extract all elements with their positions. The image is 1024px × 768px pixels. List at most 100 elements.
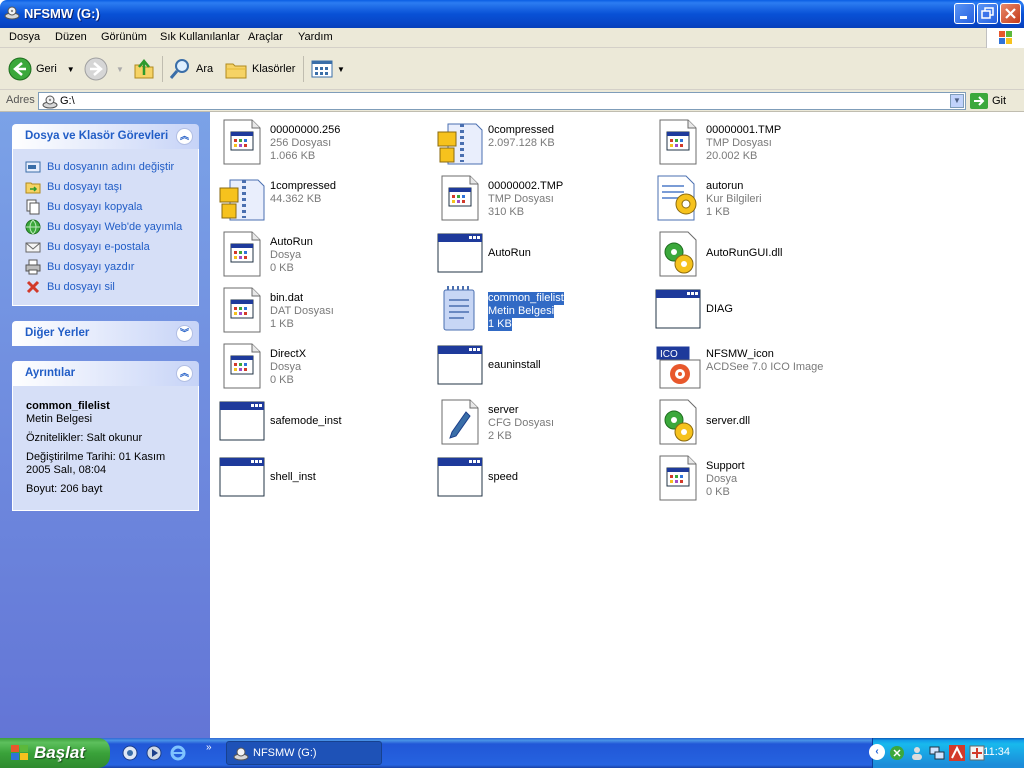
- file-name: safemode_inst: [270, 415, 342, 427]
- task-move[interactable]: Bu dosyayı taşı: [25, 177, 198, 197]
- file-type: Dosya: [706, 473, 738, 485]
- user-icon[interactable]: [909, 745, 925, 761]
- generic-file-icon: [223, 231, 261, 277]
- file-item[interactable]: shell_inst: [214, 452, 430, 504]
- menu-file[interactable]: Dosya: [9, 31, 40, 43]
- back-dropdown-icon[interactable]: ▼: [67, 65, 75, 74]
- search-button[interactable]: Ara: [168, 54, 213, 84]
- details-file-name: common_filelist: [26, 400, 110, 412]
- file-item[interactable]: 0compressed 2.097.128 KB: [432, 116, 648, 168]
- text-document-icon: [443, 286, 475, 331]
- menu-edit[interactable]: Düzen: [55, 31, 87, 43]
- file-item[interactable]: Support Dosya 0 KB: [650, 452, 866, 504]
- sync-icon[interactable]: [889, 745, 905, 761]
- application-icon: [655, 289, 701, 329]
- collapse-icon[interactable]: ︽: [176, 365, 193, 382]
- go-button[interactable]: Git: [970, 92, 1006, 110]
- file-item[interactable]: AutoRun: [432, 228, 648, 280]
- file-type: 256 Dosyası: [270, 137, 332, 149]
- file-list-view[interactable]: 00000000.256 256 Dosyası 1.066 KB 0compress…: [210, 112, 1024, 738]
- file-size: 0 KB: [270, 262, 294, 274]
- up-folder-button[interactable]: [132, 54, 156, 84]
- task-email[interactable]: Bu dosyayı e-postala: [25, 237, 198, 257]
- address-input[interactable]: G:\ ▼: [38, 92, 966, 110]
- file-type: Metin Belgesi: [488, 305, 555, 318]
- file-item[interactable]: server CFG Dosyası 2 KB: [432, 396, 648, 448]
- windows-flag-icon: [11, 745, 28, 760]
- application-icon: [437, 457, 483, 497]
- file-name: Support: [706, 460, 745, 472]
- rename-icon: [25, 161, 41, 173]
- file-name: 00000000.256: [270, 124, 341, 136]
- generic-file-icon: [441, 175, 479, 221]
- file-item[interactable]: DirectX Dosya 0 KB: [214, 340, 430, 392]
- svg-text:ICO: ICO: [660, 349, 678, 360]
- file-item[interactable]: DIAG: [650, 284, 866, 336]
- antivirus-icon[interactable]: [949, 745, 965, 761]
- task-label: Bu dosyayı yazdır: [47, 261, 135, 273]
- minimize-button[interactable]: [954, 3, 975, 24]
- generic-file-icon: [223, 287, 261, 333]
- restore-button[interactable]: [977, 3, 998, 24]
- file-name: DirectX: [270, 348, 307, 360]
- file-name: speed: [488, 471, 518, 483]
- menu-bar: Dosya Düzen Görünüm Sık Kullanılanlar Ar…: [0, 28, 1024, 48]
- file-item[interactable]: eauninstall: [432, 340, 648, 392]
- task-publish-web[interactable]: Bu dosyayı Web'de yayımla: [25, 217, 198, 237]
- task-rename[interactable]: Bu dosyanın adını değiştir: [25, 157, 198, 177]
- tray-expand-icon[interactable]: ‹: [869, 744, 885, 760]
- file-item[interactable]: speed: [432, 452, 648, 504]
- file-item[interactable]: safemode_inst: [214, 396, 430, 448]
- close-button[interactable]: [1000, 3, 1021, 24]
- expand-icon[interactable]: ︾: [176, 325, 193, 342]
- start-button[interactable]: Başlat: [0, 738, 110, 768]
- views-dropdown-icon[interactable]: ▼: [337, 65, 345, 74]
- task-label: Bu dosyayı kopyala: [47, 201, 143, 213]
- file-item[interactable]: server.dll: [650, 396, 866, 448]
- task-copy[interactable]: Bu dosyayı kopyala: [25, 197, 198, 217]
- internet-explorer-icon[interactable]: [170, 745, 186, 761]
- file-name: DIAG: [706, 303, 733, 315]
- file-item[interactable]: common_filelist Metin Belgesi 1 KB: [432, 284, 648, 336]
- network-icon[interactable]: [929, 745, 945, 761]
- other-places-header[interactable]: Diğer Yerler ︾: [12, 321, 199, 346]
- task-print[interactable]: Bu dosyayı yazdır: [25, 257, 198, 277]
- folders-button[interactable]: Klasörler: [224, 54, 295, 84]
- details-header[interactable]: Ayrıntılar ︽: [12, 361, 199, 386]
- task-label: Bu dosyanın adını değiştir: [47, 161, 175, 173]
- file-item[interactable]: 00000001.TMP TMP Dosyası 20.002 KB: [650, 116, 866, 168]
- file-item[interactable]: ICO NFSMW_icon ACDSee 7.0 ICO Image: [650, 340, 866, 392]
- minimize-icon: [960, 16, 967, 19]
- file-item[interactable]: autorun Kur Bilgileri 1 KB: [650, 172, 866, 224]
- file-item[interactable]: 1compressed 44.362 KB: [214, 172, 430, 224]
- quicklaunch-expand-icon[interactable]: »: [206, 742, 212, 753]
- file-folder-tasks-header[interactable]: Dosya ve Klasör Görevleri ︽: [12, 124, 199, 149]
- file-item[interactable]: bin.dat DAT Dosyası 1 KB: [214, 284, 430, 336]
- file-item[interactable]: 00000002.TMP TMP Dosyası 310 KB: [432, 172, 648, 224]
- back-button[interactable]: Geri ▼: [8, 54, 75, 84]
- collapse-icon[interactable]: ︽: [176, 128, 193, 145]
- file-item[interactable]: AutoRun Dosya 0 KB: [214, 228, 430, 280]
- forward-button[interactable]: ▼: [84, 54, 124, 84]
- menu-view[interactable]: Görünüm: [101, 31, 147, 43]
- taskbar-window-button[interactable]: NFSMW (G:): [226, 741, 382, 765]
- forward-dropdown-icon[interactable]: ▼: [116, 65, 124, 74]
- menu-tools[interactable]: Araçlar: [248, 31, 283, 43]
- views-button[interactable]: ▼: [310, 54, 345, 84]
- move-icon: [25, 182, 41, 194]
- show-desktop-icon[interactable]: [122, 745, 138, 761]
- menu-help[interactable]: Yardım: [298, 31, 333, 43]
- up-folder-icon: [134, 59, 154, 79]
- task-delete[interactable]: Bu dosyayı sil: [25, 277, 198, 297]
- title-bar[interactable]: NFSMW (G:): [0, 0, 1024, 28]
- address-dropdown-button[interactable]: ▼: [950, 94, 964, 108]
- file-size: 1 KB: [706, 206, 730, 218]
- file-type: Kur Bilgileri: [706, 193, 762, 205]
- application-icon: [219, 457, 265, 497]
- menu-favorites[interactable]: Sık Kullanılanlar: [160, 31, 240, 43]
- back-label: Geri: [36, 63, 57, 75]
- file-item[interactable]: 00000000.256 256 Dosyası 1.066 KB: [214, 116, 430, 168]
- file-item[interactable]: AutoRunGUI.dll: [650, 228, 866, 280]
- media-player-icon[interactable]: [146, 745, 162, 761]
- drive-icon: [42, 95, 58, 109]
